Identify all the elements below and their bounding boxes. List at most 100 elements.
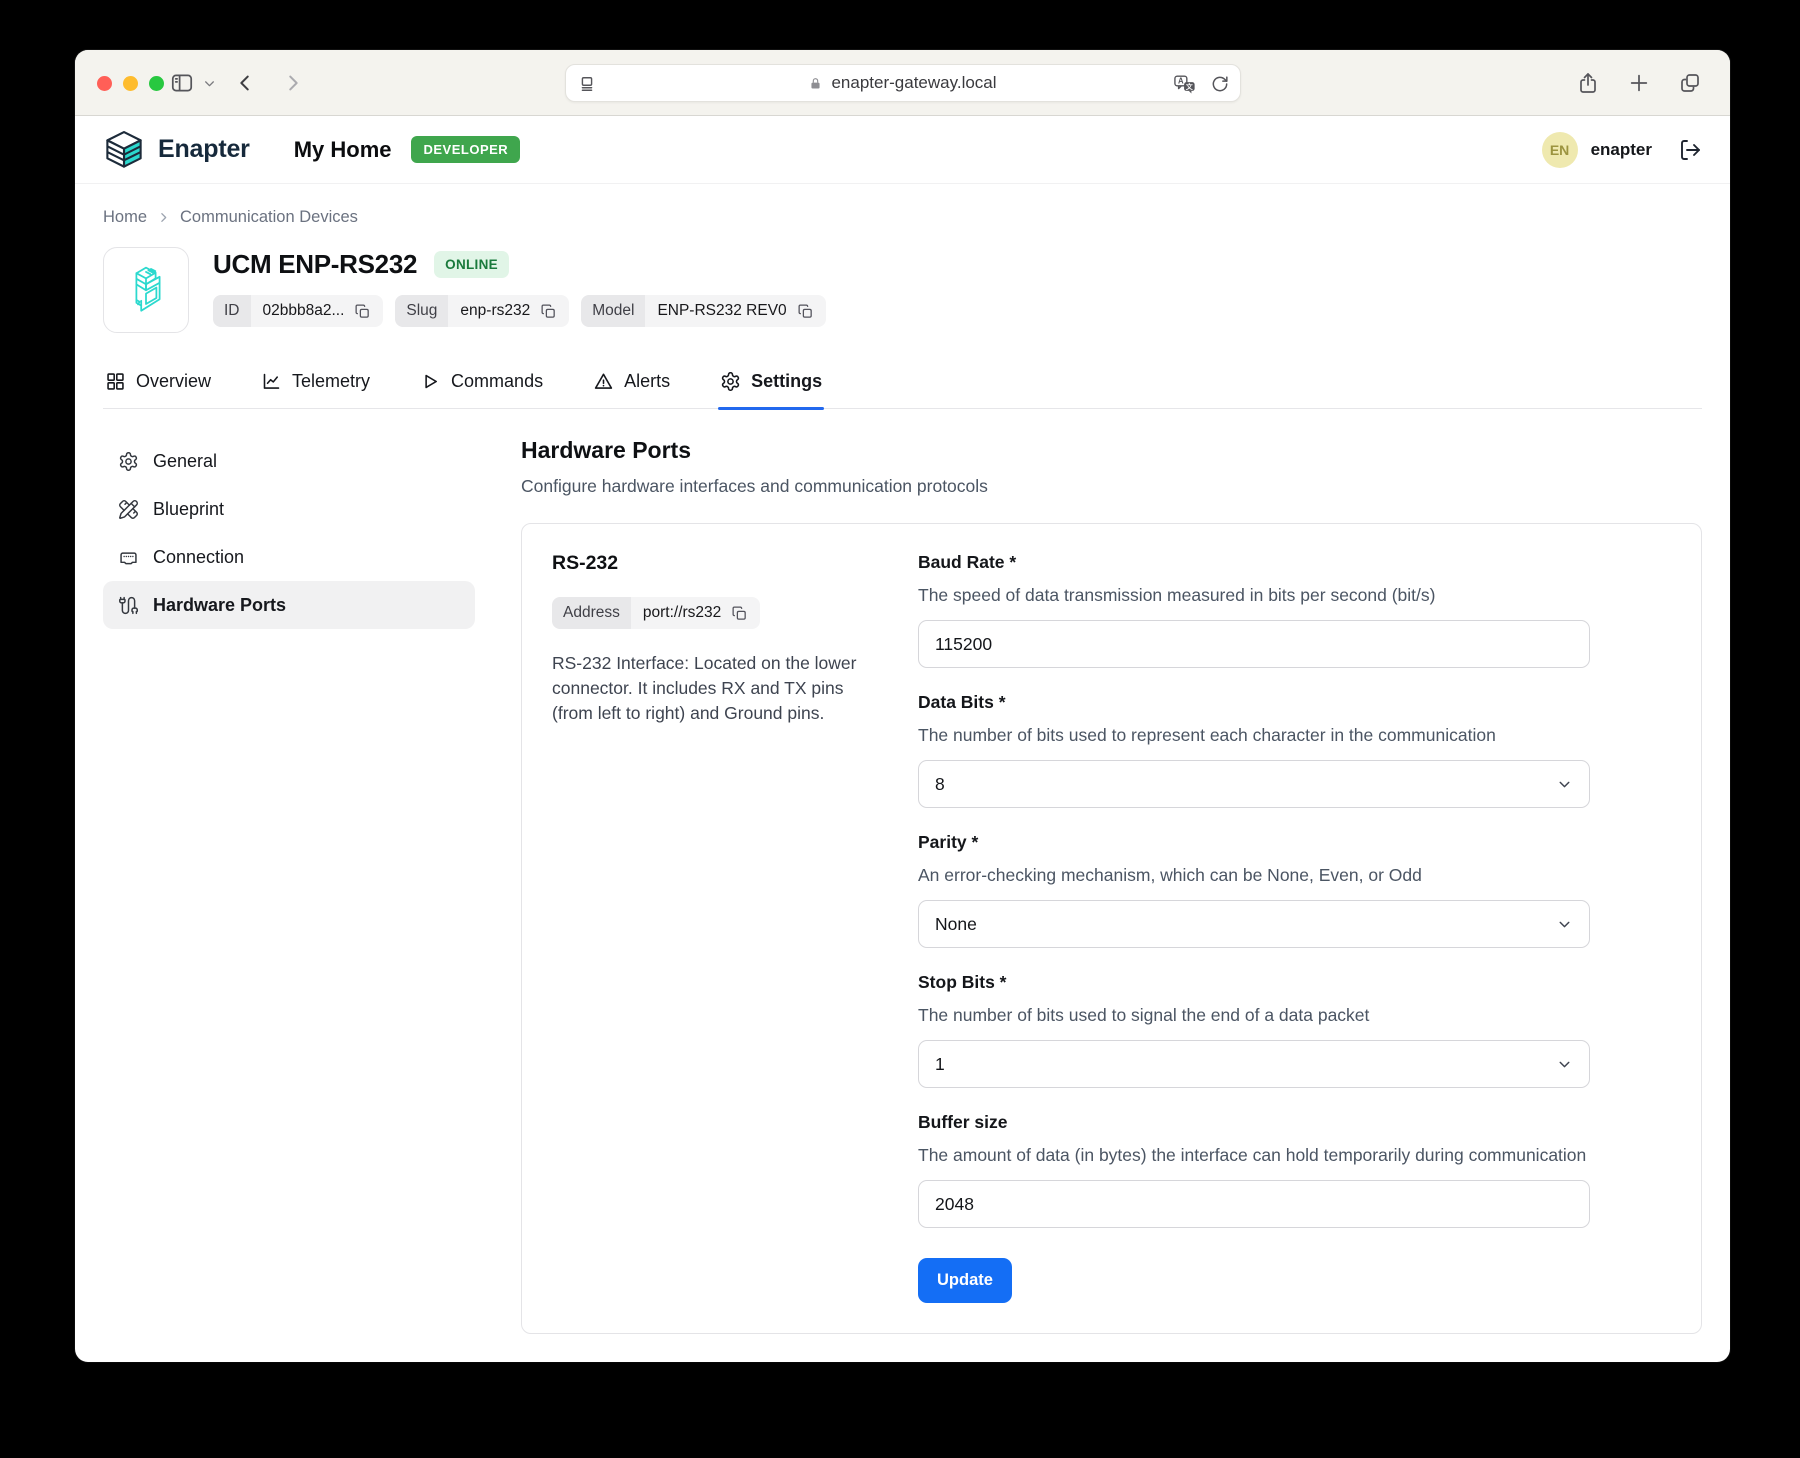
device-model-chip: Model ENP-RS232 REV0 [581, 295, 826, 327]
page-title: Hardware Ports [521, 437, 692, 463]
chip-value: 02bbb8a2... [262, 302, 345, 319]
rs232-card: RS-232 Address port://rs232 RS-232 Inter… [521, 523, 1702, 1334]
device-thumbnail [103, 247, 189, 333]
device-meta-chips: ID 02bbb8a2... Slug enp-rs232 Model ENP-… [213, 295, 826, 327]
field-label: Data Bits * [918, 692, 1006, 712]
sidebar-item-blueprint[interactable]: Blueprint [103, 485, 475, 533]
section-description: RS-232 Interface: Located on the lower c… [552, 653, 857, 723]
tab-alerts[interactable]: Alerts [591, 358, 672, 408]
browser-window: enapter-gateway.local A 文 Enapter My Hom… [75, 50, 1730, 1362]
sidebar-item-label: Connection [153, 546, 245, 567]
chip-label: Address [552, 597, 631, 629]
tab-overview-icon[interactable] [1678, 71, 1702, 95]
chevron-down-icon [1556, 1056, 1573, 1073]
tab-settings[interactable]: Settings [718, 358, 825, 410]
update-button[interactable]: Update [918, 1258, 1012, 1303]
ethernet-port-icon [118, 547, 139, 568]
stop-bits-select[interactable]: 1 [918, 1040, 1590, 1088]
page-content: Home Communication Devices UCM ENP-RS232… [75, 184, 1730, 1362]
status-badge: ONLINE [434, 251, 509, 278]
reload-icon[interactable] [1210, 74, 1230, 94]
copy-icon[interactable] [540, 303, 557, 320]
address-chip: Address port://rs232 [552, 597, 761, 629]
site-name: My Home [293, 136, 392, 162]
lock-icon [808, 76, 823, 91]
tab-label: Settings [751, 371, 823, 391]
field-label: Buffer size [918, 1112, 1008, 1132]
chevron-down-icon [1556, 776, 1573, 793]
close-window-button[interactable] [97, 76, 112, 91]
cable-icon [118, 595, 139, 616]
enapter-logo-icon [106, 130, 142, 168]
line-chart-icon [261, 371, 282, 392]
grid-icon [105, 371, 126, 392]
logout-icon[interactable] [1678, 138, 1702, 162]
breadcrumb-section[interactable]: Communication Devices [180, 208, 358, 227]
field-description: The speed of data transmission measured … [918, 585, 1436, 605]
field-description: An error-checking mechanism, which can b… [918, 865, 1422, 885]
svg-text:文: 文 [1184, 82, 1192, 91]
zoom-window-button[interactable] [149, 76, 164, 91]
translate-icon[interactable]: A 文 [1172, 73, 1198, 95]
section-title: RS-232 [552, 552, 619, 574]
tab-overview[interactable]: Overview [103, 358, 213, 408]
copy-icon[interactable] [354, 303, 371, 320]
chip-label: Slug [395, 295, 449, 327]
settings-sidebar: General Blueprint Connection Hardware Po… [103, 437, 475, 1362]
field-label: Stop Bits * [918, 972, 1007, 992]
buffer-size-field: Buffer size The amount of data (in bytes… [918, 1112, 1671, 1228]
pencil-ruler-icon [118, 499, 139, 520]
page-subtitle: Configure hardware interfaces and commun… [521, 476, 988, 496]
tab-label: Overview [136, 371, 212, 391]
sidebar-toggle-icon[interactable] [169, 70, 195, 96]
sidebar-item-general[interactable]: General [103, 437, 475, 485]
buffer-size-input[interactable] [918, 1180, 1590, 1228]
parity-select[interactable]: None [918, 900, 1590, 948]
avatar[interactable]: EN [1541, 131, 1578, 168]
device-title: UCM ENP-RS232 [213, 249, 418, 279]
breadcrumb-chevron-icon [157, 211, 170, 224]
sidebar-item-label: Blueprint [153, 498, 225, 519]
baud-rate-field: Baud Rate * The speed of data transmissi… [918, 552, 1671, 668]
device-id-chip: ID 02bbb8a2... [213, 295, 384, 327]
baud-rate-input[interactable] [918, 620, 1590, 668]
select-value: 8 [935, 773, 945, 794]
back-button[interactable] [234, 72, 256, 94]
breadcrumb-home[interactable]: Home [103, 208, 147, 227]
app-header: Enapter My Home DEVELOPER EN enapter [75, 116, 1730, 184]
field-description: The amount of data (in bytes) the interf… [918, 1145, 1587, 1165]
tab-label: Commands [451, 371, 544, 391]
sidebar-item-connection[interactable]: Connection [103, 533, 475, 581]
chip-value: ENP-RS232 REV0 [657, 302, 787, 319]
chevron-down-icon [1556, 916, 1573, 933]
tab-telemetry[interactable]: Telemetry [259, 358, 372, 408]
play-icon [420, 371, 441, 392]
field-description: The number of bits used to signal the en… [918, 1005, 1370, 1025]
device-isometric-icon [135, 266, 161, 312]
device-header: UCM ENP-RS232 ONLINE ID 02bbb8a2... Slug… [103, 247, 1702, 333]
new-tab-icon[interactable] [1628, 72, 1650, 94]
device-slug-chip: Slug enp-rs232 [395, 295, 570, 327]
data-bits-field: Data Bits * The number of bits used to r… [918, 692, 1671, 808]
copy-icon[interactable] [731, 605, 748, 622]
gear-icon [720, 371, 741, 392]
tab-commands[interactable]: Commands [418, 358, 545, 408]
chip-value: enp-rs232 [460, 302, 531, 319]
developer-badge: DEVELOPER [411, 136, 521, 163]
forward-button[interactable] [282, 72, 304, 94]
sidebar-item-hardware-ports[interactable]: Hardware Ports [103, 581, 475, 629]
field-description: The number of bits used to represent eac… [918, 725, 1496, 745]
data-bits-select[interactable]: 8 [918, 760, 1590, 808]
chip-value: port://rs232 [642, 604, 722, 621]
share-icon[interactable] [1576, 71, 1600, 95]
chip-label: Model [581, 295, 646, 327]
sidebar-item-label: General [153, 450, 218, 471]
url-text[interactable]: enapter-gateway.local [831, 73, 996, 93]
address-bar[interactable]: enapter-gateway.local A 文 [564, 64, 1241, 102]
copy-icon[interactable] [797, 303, 814, 320]
user-name: enapter [1590, 139, 1652, 159]
field-label: Parity * [918, 832, 979, 852]
chevron-down-icon[interactable] [203, 77, 216, 90]
enapter-logo[interactable]: Enapter [103, 129, 250, 171]
minimize-window-button[interactable] [123, 76, 138, 91]
